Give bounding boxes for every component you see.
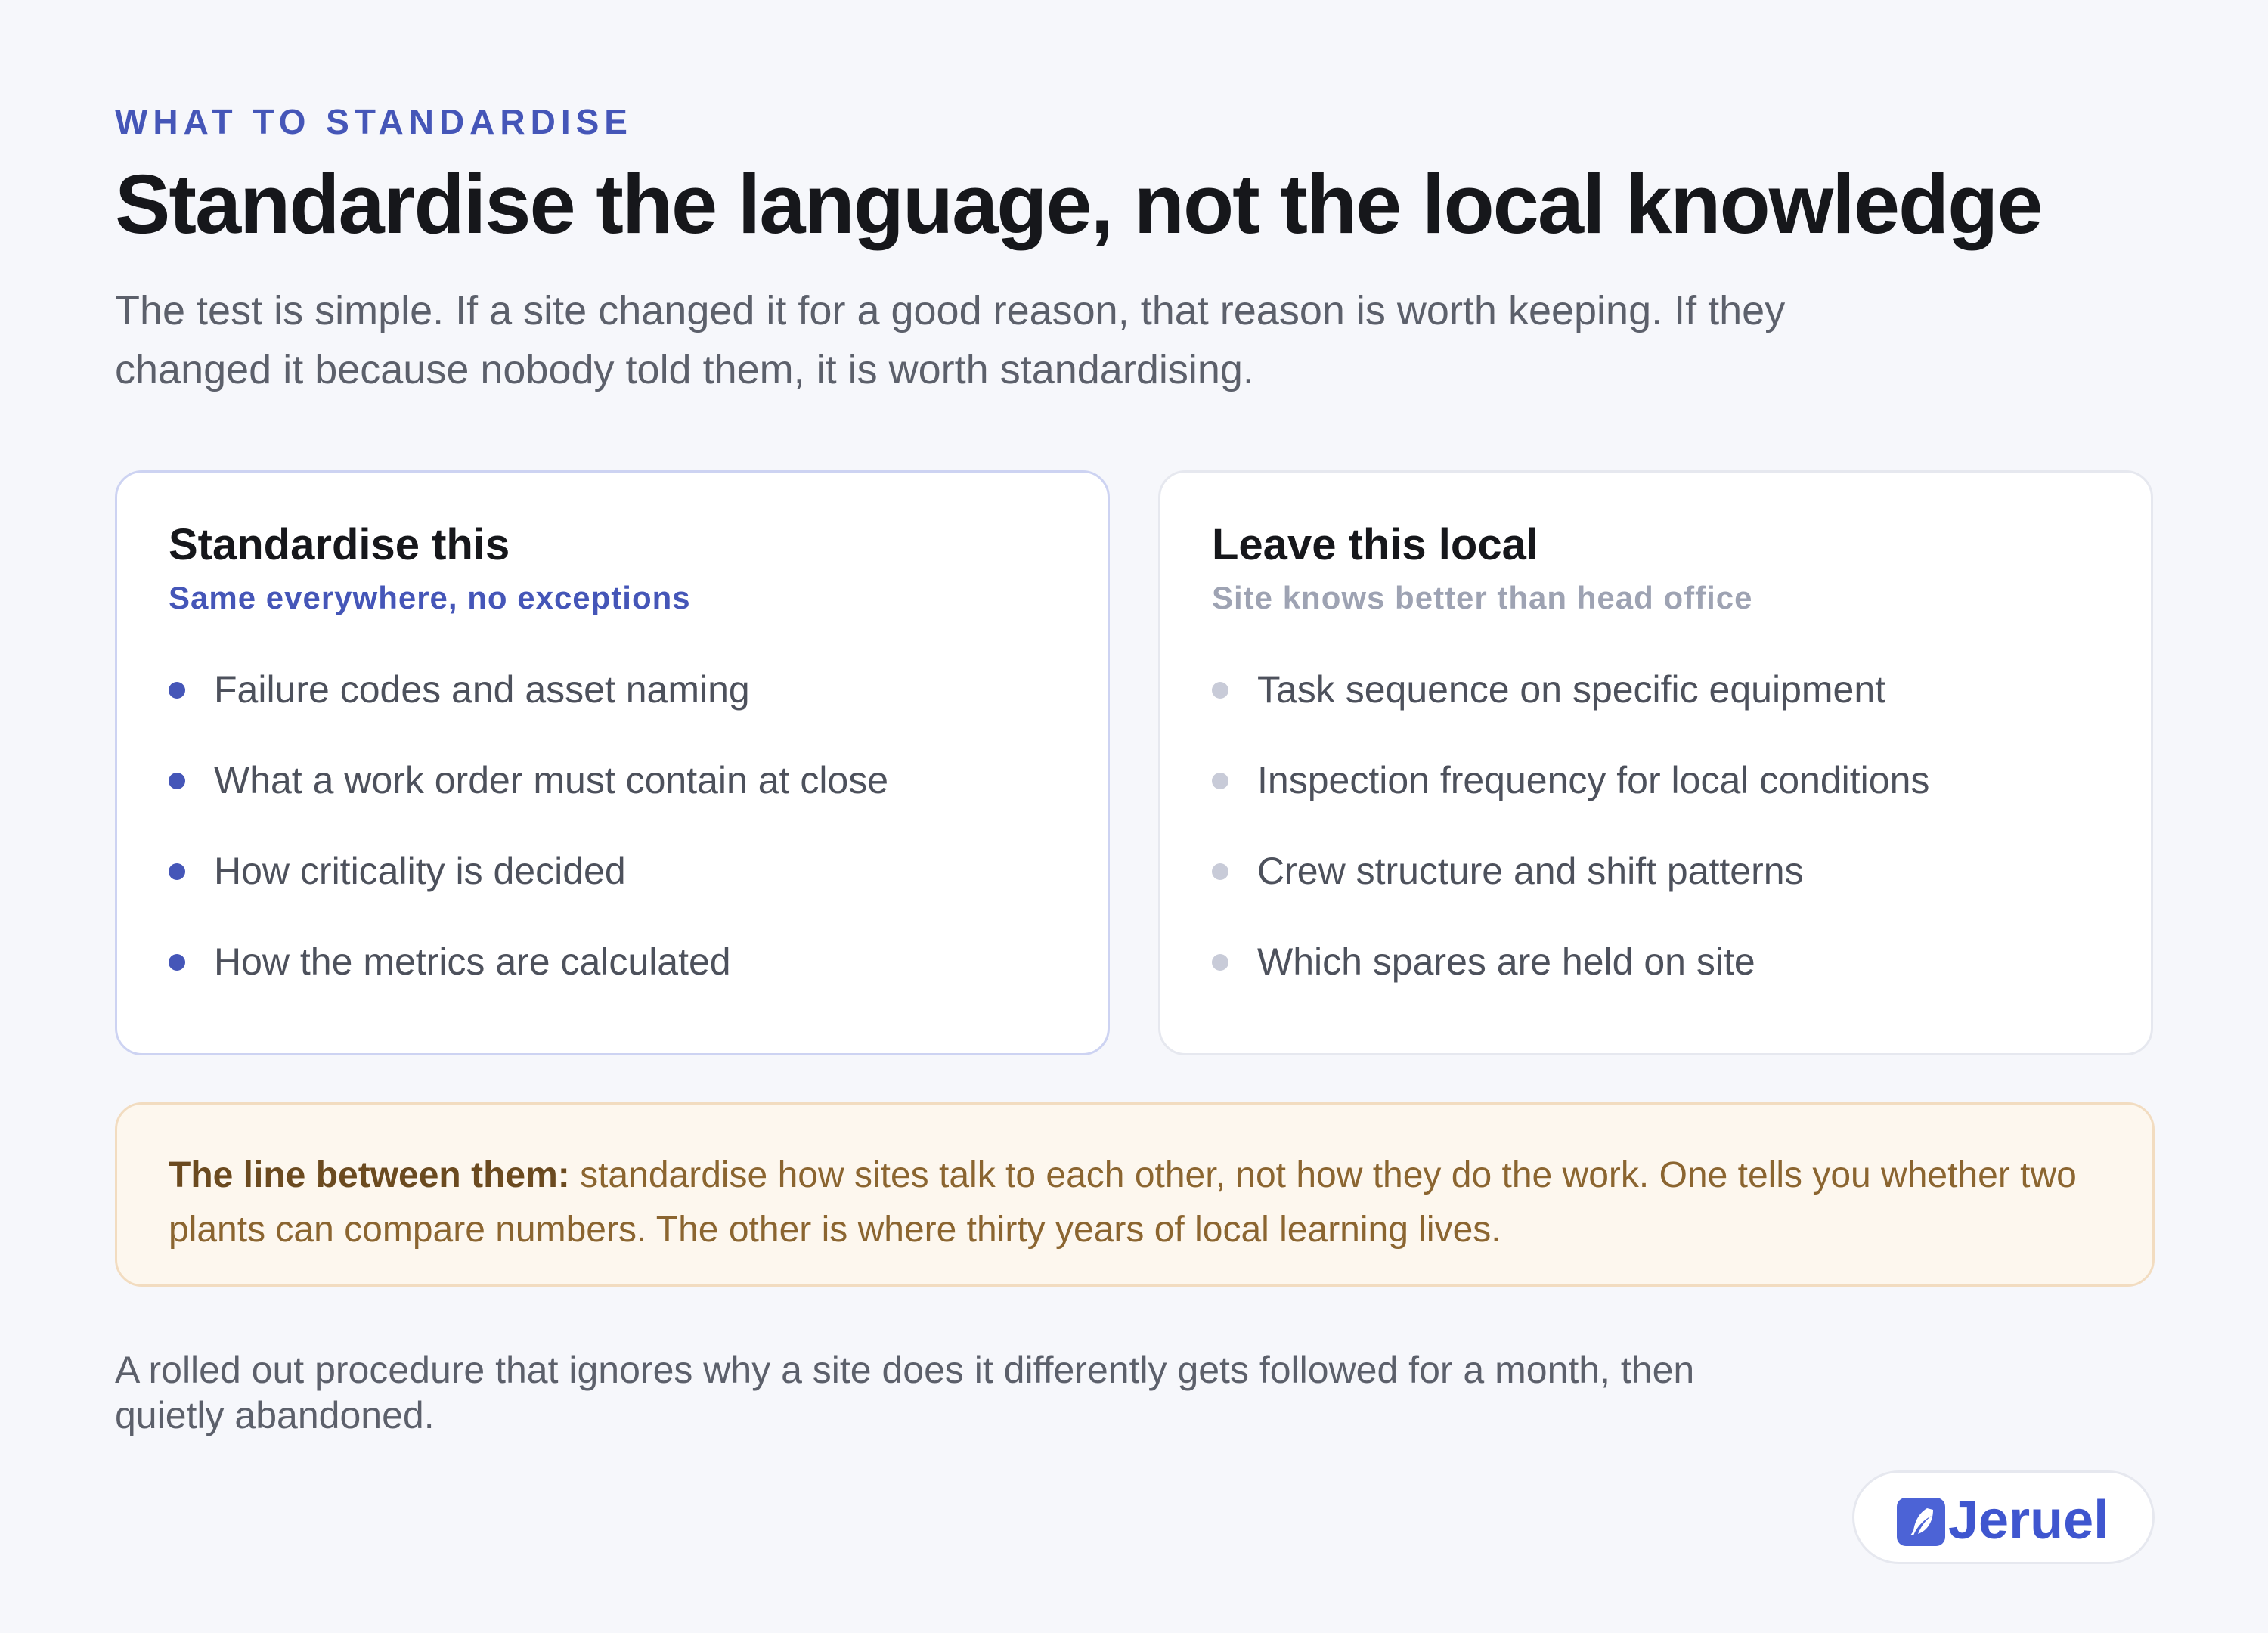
standardise-card: Standardise this Same everywhere, no exc… (115, 470, 1110, 1055)
local-list: Task sequence on specific equipment Insp… (1212, 663, 1929, 1026)
brand-name: Jeruel (1948, 1490, 2109, 1551)
standardise-card-title: Standardise this (169, 520, 510, 569)
list-item: Which spares are held on site (1212, 935, 1929, 1026)
standardise-list: Failure codes and asset naming What a wo… (169, 663, 888, 1026)
list-item-label: How the metrics are calculated (214, 940, 731, 983)
local-card: Leave this local Site knows better than … (1158, 470, 2153, 1055)
intro-text: The test is simple. If a site changed it… (115, 288, 1786, 392)
list-item-label: How criticality is decided (214, 850, 626, 892)
callout-box: The line between them: standardise how s… (115, 1102, 2155, 1287)
list-item-label: Inspection frequency for local condition… (1257, 759, 1930, 801)
bullet-dot-icon (1212, 954, 1228, 971)
list-item: Crew structure and shift patterns (1212, 844, 1929, 935)
standardise-card-subtitle: Same everywhere, no exceptions (169, 580, 691, 615)
brand-badge: Jeruel (1852, 1470, 2155, 1564)
list-item-label: Crew structure and shift patterns (1257, 850, 1804, 892)
bullet-dot-icon (1212, 863, 1228, 880)
footer-note: A rolled out procedure that ignores why … (115, 1349, 1695, 1436)
bullet-dot-icon (169, 954, 185, 971)
list-item: What a work order must contain at close (169, 754, 888, 844)
bullet-dot-icon (1212, 682, 1228, 699)
local-card-subtitle: Site knows better than head office (1212, 580, 1753, 615)
list-item: Task sequence on specific equipment (1212, 663, 1929, 754)
page-title: Standardise the language, not the local … (115, 158, 2043, 251)
local-card-title: Leave this local (1212, 520, 1538, 569)
list-item-label: What a work order must contain at close (214, 759, 889, 801)
eyebrow-label: WHAT TO STANDARDISE (115, 102, 633, 141)
jeruel-logo-icon (1897, 1498, 1945, 1546)
bullet-dot-icon (169, 773, 185, 789)
bullet-dot-icon (169, 863, 185, 880)
callout-lead: The line between them: (169, 1155, 570, 1195)
bullet-dot-icon (169, 682, 185, 699)
list-item: How criticality is decided (169, 844, 888, 935)
list-item: Inspection frequency for local condition… (1212, 754, 1929, 844)
list-item-label: Which spares are held on site (1257, 940, 1755, 983)
list-item: How the metrics are calculated (169, 935, 888, 1026)
list-item-label: Failure codes and asset naming (214, 668, 750, 711)
list-item: Failure codes and asset naming (169, 663, 888, 754)
list-item-label: Task sequence on specific equipment (1257, 668, 1886, 711)
bullet-dot-icon (1212, 773, 1228, 789)
callout-text: The line between them: standardise how s… (169, 1148, 2101, 1257)
